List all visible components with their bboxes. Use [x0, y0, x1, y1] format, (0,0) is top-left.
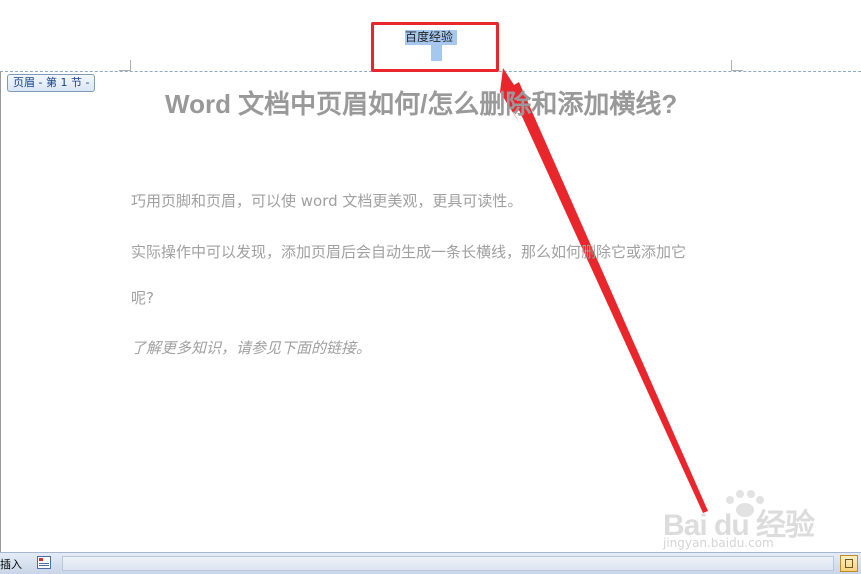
insert-mode-label[interactable]: 插入	[0, 556, 22, 572]
paragraph-2-continued[interactable]: 呢?	[131, 287, 154, 308]
document-icon[interactable]	[37, 556, 51, 569]
print-layout-icon[interactable]	[840, 555, 858, 572]
watermark-url: jingyan.baidu.com	[663, 536, 774, 550]
paragraph-3-italic[interactable]: 了解更多知识，请参见下面的链接。	[131, 337, 371, 358]
horizontal-scrollbar[interactable]	[62, 556, 834, 571]
annotation-arrow-shaft	[509, 82, 708, 513]
paragraph-1[interactable]: 巧用页脚和页眉，可以使 word 文档更美观，更具可读性。	[131, 190, 522, 211]
statusbar: 插入	[0, 552, 861, 574]
document-title[interactable]: Word 文档中页眉如何/怎么删除和添加横线?	[165, 84, 745, 121]
paragraph-2[interactable]: 实际操作中可以发现，添加页眉后会自动生成一条长横线，那么如何删除它或添加它	[131, 241, 686, 262]
